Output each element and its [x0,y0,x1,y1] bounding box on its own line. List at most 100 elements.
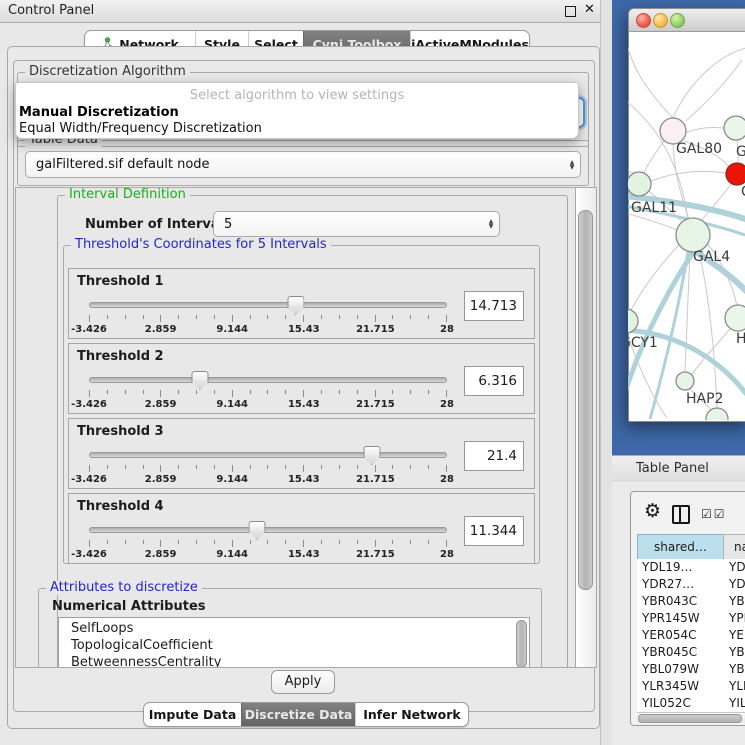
node-label: GAL80 [676,141,722,157]
number-of-intervals-value: 5 [214,217,483,232]
screen: Control Panel ✕ Network Style Select Cyn… [0,0,745,745]
list-scrollbar-thumb[interactable] [516,620,527,668]
zoom-traffic-light-icon[interactable] [670,13,685,28]
close-icon[interactable]: ✕ [584,2,595,17]
slider-track[interactable] [89,452,447,458]
tick-label: 2.859 [145,399,177,410]
settings-scrollpane: Interval Definition Number of Intervals … [15,187,597,668]
node-label: H [736,331,745,347]
slider-track[interactable] [89,377,447,383]
table-hscrollbar-thumb[interactable] [638,714,742,723]
tick-label: 21.715 [356,549,395,560]
slider-thumb[interactable] [363,446,380,465]
threshold-slider[interactable]: -3.426 2.859 9.144 15.43 21.715 28 [89,520,447,560]
threshold-1-panel: Threshold 1 -3.426 2.859 9.144 15.43 21.… [68,268,535,339]
tick-label: 28 [440,324,454,335]
table-row[interactable]: YBL079WYBL0 [637,661,745,678]
tick-label: 28 [440,399,454,410]
table-row[interactable]: YDR27…YDR2 [637,576,745,593]
network-window-titlebar[interactable] [629,9,745,32]
node-hap2[interactable] [676,372,694,390]
close-traffic-light-icon[interactable] [636,13,651,28]
node-selected-red[interactable] [726,163,745,185]
table-row[interactable]: YBR043CYBR0 [637,593,745,610]
table-data-value: galFiltered.sif default node [26,157,564,172]
tick-label: 9.144 [216,474,248,485]
columns-icon[interactable] [672,505,690,524]
node-label: HAP2 [686,391,723,407]
dropdown-item-manual[interactable]: Manual Discretization [19,105,179,120]
table-row[interactable]: YDL19…YDL1 [637,559,745,576]
threshold-4-panel: Threshold 4 -3.426 2.859 9.144 15.43 21.… [68,493,535,564]
table-row[interactable]: YBR045CYBR0 [637,644,745,661]
tick-label: -3.426 [71,549,107,560]
threshold-value-field[interactable]: 6.316 [464,366,524,396]
node-gal11[interactable] [628,172,651,196]
algorithm-dropdown-popup: Select algorithm to view settings Manual… [15,82,579,139]
dropdown-prompt: Select algorithm to view settings [16,88,578,103]
node-right-mid[interactable] [725,305,745,331]
threshold-value-field[interactable]: 14.713 [464,291,524,321]
slider-ticks [89,540,447,548]
tick-label: 21.715 [356,474,395,485]
minimize-traffic-light-icon[interactable] [653,13,668,28]
table-row[interactable]: YLR345WYLR3 [637,678,745,695]
settings-scrollbar-thumb[interactable] [578,210,593,590]
column-header-name[interactable]: na [723,534,745,560]
tick-label: 15.43 [288,399,320,410]
apply-button[interactable]: Apply [271,670,335,694]
thresholds-group-title: Threshold's Coordinates for 5 Intervals [71,238,331,252]
list-item[interactable]: SelfLoops [71,621,133,636]
network-canvas[interactable]: GAL80 GAL11 GAL4 GCY1 HAP2 G C H [628,30,745,420]
numerical-attributes-list[interactable]: SelfLoops TopologicalCoefficient Between… [58,617,530,668]
tick-label: 15.43 [288,324,320,335]
threshold-value-field[interactable]: 11.344 [464,516,524,546]
table-row[interactable]: YPR145WYPR1 [637,610,745,627]
dropdown-item-equal-width[interactable]: Equal Width/Frequency Discretization [19,121,262,136]
combo-stepper-icon: ▲▼ [483,219,499,229]
threshold-slider[interactable]: -3.426 2.859 9.144 15.43 21.715 28 [89,295,447,335]
tick-label: 15.43 [288,549,320,560]
number-of-intervals-label: Number of Intervals [85,217,232,232]
tick-label: 28 [440,474,454,485]
number-of-intervals-combobox[interactable]: 5 ▲▼ [213,211,500,237]
list-item[interactable]: TopologicalCoefficient [71,638,213,653]
float-window-icon[interactable] [565,6,576,17]
tick-label: 9.144 [216,549,248,560]
table-row[interactable]: YER054CYER0 [637,627,745,644]
node-bottom[interactable] [706,408,728,420]
slider-track[interactable] [89,302,447,308]
tab-infer-network[interactable]: Infer Network [355,703,468,726]
column-header-shared-name[interactable]: shared… [637,534,724,560]
node-gal4[interactable] [676,218,710,252]
list-item[interactable]: BetweennessCentrality [71,655,221,668]
tick-label: -3.426 [71,474,107,485]
slider-thumb[interactable] [287,296,304,315]
table-data-combobox[interactable]: galFiltered.sif default node ▲▼ [25,151,581,178]
select-columns-icon[interactable]: ☑☑ [701,507,727,521]
threshold-value-field[interactable]: 21.4 [464,441,524,471]
discretization-algorithm-group-title: Discretization Algorithm [25,65,190,79]
tab-discretize-data[interactable]: Discretize Data [241,703,355,726]
tick-label: 28 [440,549,454,560]
tick-label: 21.715 [356,324,395,335]
tick-label: 2.859 [145,324,177,335]
slider-ticks [89,315,447,323]
slider-track[interactable] [89,527,447,533]
combo-stepper-icon: ▲▼ [564,160,580,170]
threshold-label: Threshold 2 [77,349,164,364]
gear-icon[interactable]: ⚙ [644,500,661,522]
slider-thumb[interactable] [249,521,266,540]
slider-thumb[interactable] [191,371,208,390]
table-panel-titlebar: Table Panel [612,455,745,483]
tab-impute-data[interactable]: Impute Data [144,703,241,726]
table-hscrollbar-track[interactable] [637,712,745,723]
tick-label: 2.859 [145,549,177,560]
node-label: GAL11 [631,200,677,216]
cyni-bottom-tabs: Impute Data Discretize Data Infer Networ… [143,702,469,727]
node-right-top[interactable] [724,116,745,140]
table-row[interactable]: YIL052CYIL0 [637,695,745,712]
threshold-slider[interactable]: -3.426 2.859 9.144 15.43 21.715 28 [89,370,447,410]
threshold-slider[interactable]: -3.426 2.859 9.144 15.43 21.715 28 [89,445,447,485]
node-table-widget: ⚙ ☑☑ shared… na YDL19…YDL1 YDR27…YDR2 YB… [630,491,745,726]
